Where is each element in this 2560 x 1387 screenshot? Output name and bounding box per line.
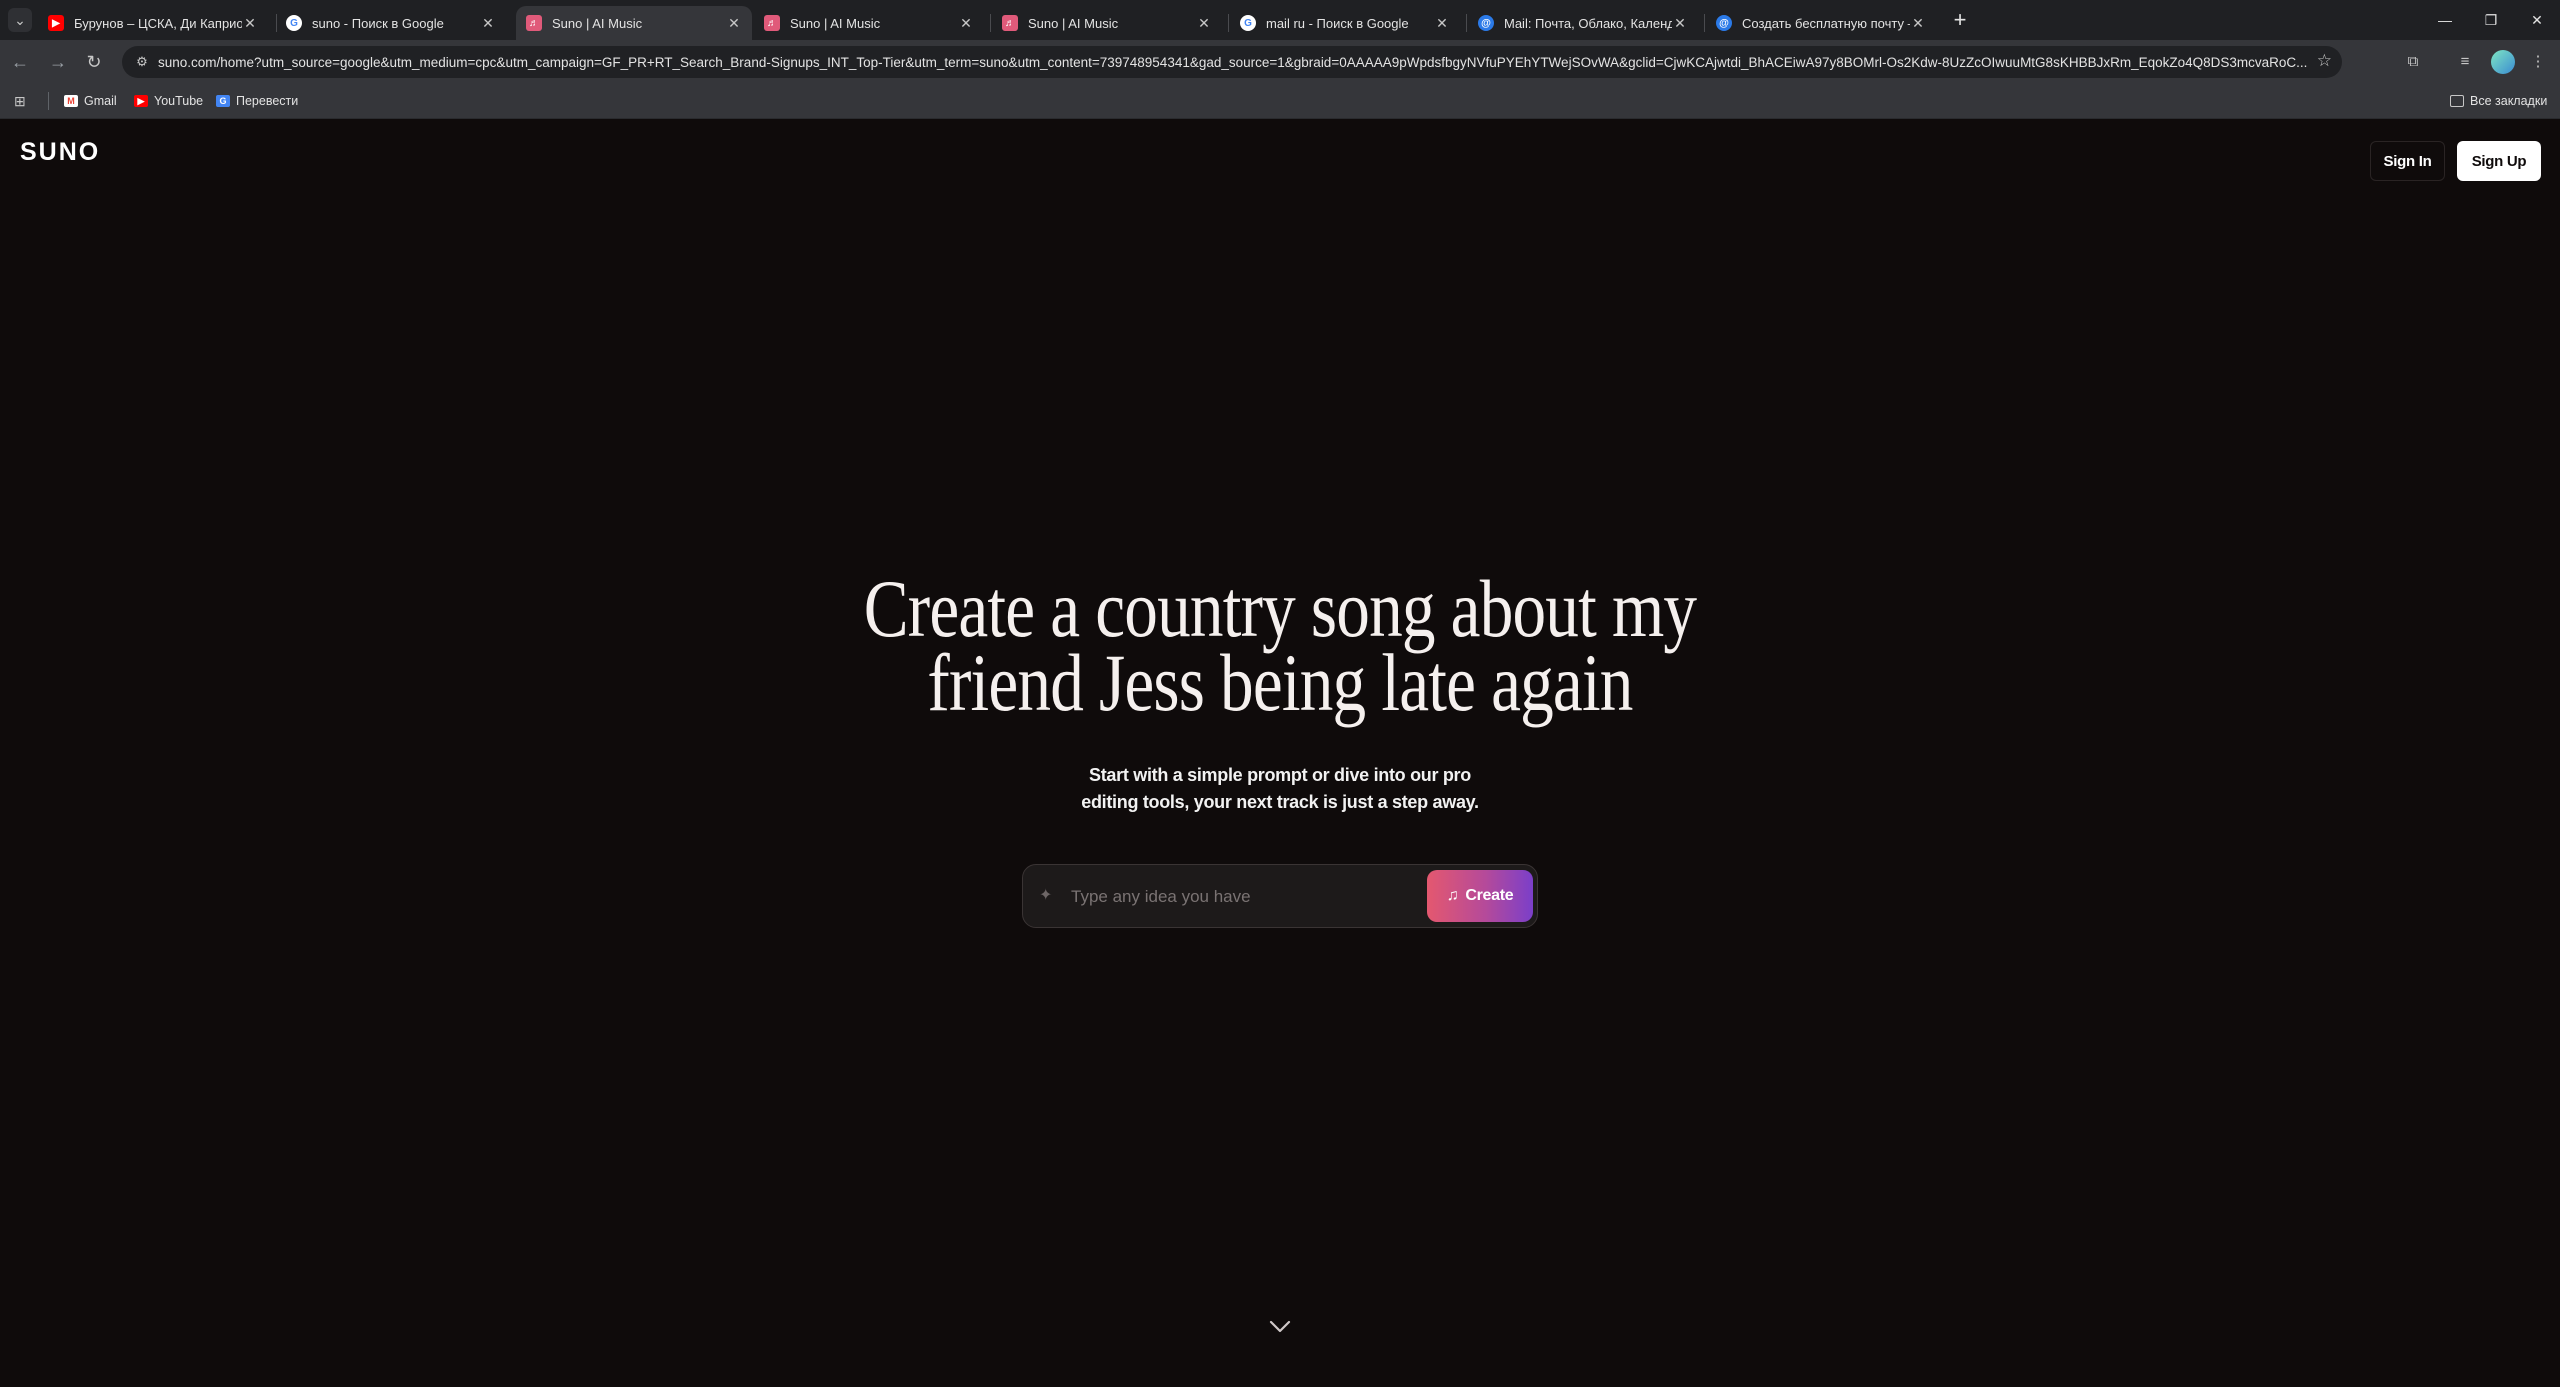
- tab-title: Бурунов – ЦСКА, Ди Каприо, г: [74, 15, 242, 31]
- sign-in-button[interactable]: Sign In: [2370, 141, 2445, 181]
- menu-dots-icon[interactable]: ⋮: [2526, 50, 2550, 74]
- tab-title: Suno | AI Music: [552, 15, 643, 31]
- close-icon[interactable]: ✕: [1672, 15, 1688, 32]
- close-icon[interactable]: ✕: [958, 15, 974, 32]
- tab-6[interactable]: G mail ru - Поиск в Google ✕: [1230, 6, 1460, 40]
- sparkle-icon: ✦: [1039, 887, 1053, 904]
- mail-icon: @: [1716, 15, 1732, 31]
- bookmarks-bar: ⊞ M Gmail ▶ YouTube G Перевести Все закл…: [0, 84, 2560, 119]
- prompt-input[interactable]: [1069, 879, 1433, 915]
- close-icon[interactable]: ✕: [480, 15, 496, 32]
- tab-title: Suno | AI Music: [1028, 15, 1119, 31]
- tab-title: Mail: Почта, Облако, Календар: [1504, 15, 1672, 31]
- hero-subtitle-line-2: editing tools, your next track is just a…: [1081, 792, 1479, 812]
- tab-title: Создать бесплатную почту —: [1742, 15, 1910, 31]
- google-icon: G: [286, 15, 302, 31]
- bookmark-label: Все закладки: [2470, 94, 2548, 108]
- bookmark-gmail[interactable]: M Gmail: [64, 91, 117, 111]
- suno-icon: ♬: [526, 15, 542, 31]
- google-icon: G: [1240, 15, 1256, 31]
- tab-divider: [1228, 14, 1229, 32]
- close-icon[interactable]: ✕: [1910, 15, 1926, 32]
- bookmark-label: YouTube: [154, 94, 204, 108]
- hero-title: Create a country song about my friend Je…: [788, 563, 1772, 728]
- mail-icon: @: [1478, 15, 1494, 31]
- all-bookmarks[interactable]: Все закладки: [2450, 91, 2547, 111]
- suno-page: SUNO Sign In Sign Up Create a country so…: [0, 120, 2560, 1387]
- new-tab-icon[interactable]: +: [1948, 9, 1972, 33]
- tab-7[interactable]: @ Mail: Почта, Облако, Календар ✕: [1468, 6, 1698, 40]
- hero-title-line-2: friend Jess being late again: [927, 637, 1633, 728]
- tab-8[interactable]: @ Создать бесплатную почту — ✕: [1706, 6, 1936, 40]
- tab-divider: [1466, 14, 1467, 32]
- forward-icon[interactable]: →: [46, 50, 70, 74]
- bookmark-divider: [48, 92, 49, 110]
- back-icon[interactable]: ←: [8, 50, 32, 74]
- chevron-down-icon[interactable]: [1266, 1312, 1294, 1340]
- suno-icon: ♬: [1002, 15, 1018, 31]
- hero-subtitle-line-1: Start with a simple prompt or dive into …: [1089, 765, 1471, 785]
- sign-up-button[interactable]: Sign Up: [2457, 141, 2541, 181]
- tab-4[interactable]: ♬ Suno | AI Music ✕: [754, 6, 984, 40]
- address-bar[interactable]: ⚙ suno.com/home?utm_source=google&utm_me…: [122, 46, 2342, 78]
- tab-title: mail ru - Поиск в Google: [1266, 15, 1409, 31]
- prompt-box: ✦ ♫ Create: [1022, 864, 1538, 928]
- tab-1[interactable]: ▶ Бурунов – ЦСКА, Ди Каприо, г ✕: [38, 6, 268, 40]
- url-text[interactable]: suno.com/home?utm_source=google&utm_medi…: [158, 55, 2338, 70]
- music-note-icon: ♫: [1446, 887, 1459, 904]
- restore-icon[interactable]: ❐: [2468, 0, 2514, 40]
- bookmark-label: Gmail: [84, 94, 117, 108]
- profile-avatar[interactable]: [2491, 50, 2515, 74]
- tab-title: Suno | AI Music: [790, 15, 881, 31]
- youtube-icon: ▶: [48, 15, 64, 31]
- tab-title: suno - Поиск в Google: [312, 15, 444, 31]
- close-window-icon[interactable]: ✕: [2514, 0, 2560, 40]
- close-icon[interactable]: ✕: [1196, 15, 1212, 32]
- create-button-label: Create: [1465, 887, 1514, 904]
- minimize-icon[interactable]: —: [2422, 0, 2468, 40]
- create-button[interactable]: ♫ Create: [1427, 870, 1533, 922]
- close-icon[interactable]: ✕: [1434, 15, 1450, 32]
- tab-divider: [990, 14, 991, 32]
- tab-strip: ⌄ ▶ Бурунов – ЦСКА, Ди Каприо, г ✕ G sun…: [0, 0, 2560, 40]
- tab-2[interactable]: G suno - Поиск в Google ✕: [276, 6, 506, 40]
- close-icon[interactable]: ✕: [242, 15, 258, 32]
- suno-logo[interactable]: SUNO: [20, 138, 100, 167]
- tab-3-active[interactable]: ♬ Suno | AI Music ✕: [516, 6, 752, 40]
- reload-icon[interactable]: ↻: [82, 50, 106, 74]
- gmail-icon: M: [64, 95, 78, 107]
- media-controls-icon[interactable]: ≡: [2453, 50, 2477, 74]
- close-icon[interactable]: ✕: [726, 15, 742, 32]
- apps-grid-icon[interactable]: ⊞: [14, 91, 26, 111]
- tab-5[interactable]: ♬ Suno | AI Music ✕: [992, 6, 1222, 40]
- youtube-icon: ▶: [134, 95, 148, 107]
- tab-search-icon[interactable]: ⌄: [8, 8, 32, 32]
- bookmark-star-icon[interactable]: ☆: [2317, 51, 2332, 71]
- folder-icon: [2450, 95, 2464, 107]
- bookmark-translate[interactable]: G Перевести: [216, 91, 298, 111]
- tab-divider: [1704, 14, 1705, 32]
- extensions-icon[interactable]: ⧉: [2401, 50, 2425, 74]
- hero-subtitle: Start with a simple prompt or dive into …: [1030, 762, 1530, 816]
- browser-toolbar: ← → ↻ ⚙ suno.com/home?utm_source=google&…: [0, 40, 2560, 84]
- hero-title-line-1: Create a country song about my: [863, 563, 1697, 654]
- bookmark-label: Перевести: [236, 94, 299, 108]
- translate-icon: G: [216, 95, 230, 107]
- site-info-icon[interactable]: ⚙: [132, 52, 152, 72]
- bookmark-youtube[interactable]: ▶ YouTube: [134, 91, 203, 111]
- suno-icon: ♬: [764, 15, 780, 31]
